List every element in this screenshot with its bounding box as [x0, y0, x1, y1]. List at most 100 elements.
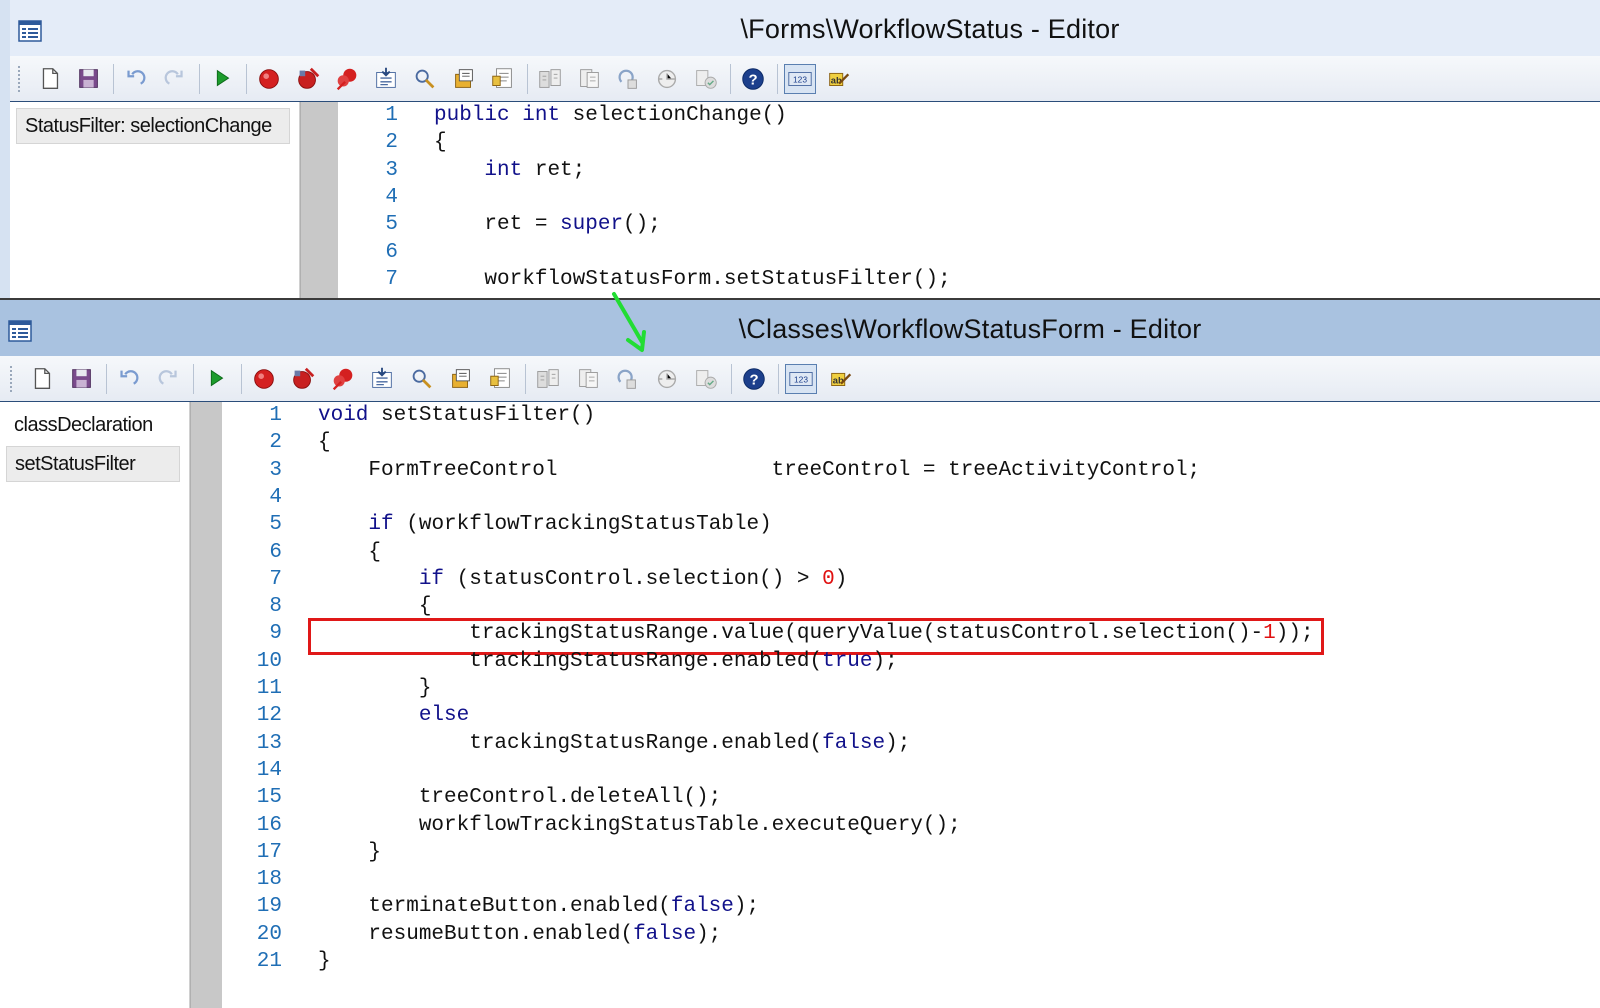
- green-arrow: [612, 292, 646, 352]
- compile-button[interactable]: [370, 64, 402, 94]
- compare-button[interactable]: [534, 64, 566, 94]
- code-line[interactable]: }: [318, 950, 331, 973]
- undo-button[interactable]: [113, 364, 145, 394]
- code-token: (workflowTrackingStatusTable): [393, 513, 772, 537]
- window-title: \Classes\WorkflowStatusForm - Editor: [738, 314, 1202, 344]
- breakpoint-button[interactable]: [248, 364, 280, 394]
- method-list: StatusFilter: selectionChange: [10, 102, 300, 305]
- code-line[interactable]: else: [318, 704, 469, 727]
- version-control-icon: [696, 370, 717, 389]
- history-button[interactable]: [651, 364, 683, 394]
- object-list-button[interactable]: [572, 364, 604, 394]
- code-line[interactable]: }: [318, 841, 381, 864]
- toolbar-grip[interactable]: [18, 66, 21, 92]
- redo-button[interactable]: [153, 364, 185, 394]
- version-control-button[interactable]: [690, 64, 722, 94]
- code-token: {: [434, 131, 447, 155]
- breakpoint-gutter[interactable]: [300, 102, 338, 305]
- redo-button[interactable]: [159, 64, 191, 94]
- code-line[interactable]: trackingStatusRange.enabled(true);: [318, 650, 898, 673]
- compile-icon: [376, 67, 396, 88]
- breakpoint-button[interactable]: [253, 64, 285, 94]
- method-item[interactable]: classDeclaration: [6, 408, 180, 444]
- code-line[interactable]: FormTreeControl treeControl = treeActivi…: [318, 459, 1200, 482]
- properties-button[interactable]: [485, 364, 517, 394]
- editor-toolbar: ? 123 ab: [0, 356, 1600, 402]
- undo-icon: [120, 370, 139, 385]
- help-button[interactable]: ?: [737, 64, 769, 94]
- find-button[interactable]: [406, 364, 438, 394]
- breakpoint-gutter[interactable]: [190, 402, 222, 1008]
- method-item[interactable]: StatusFilter: selectionChange: [16, 108, 290, 144]
- toolbar-separator: [240, 364, 242, 394]
- code-line[interactable]: {: [318, 595, 432, 618]
- undo-button[interactable]: [120, 64, 152, 94]
- code-token: }: [318, 950, 331, 973]
- scripts-button[interactable]: [611, 364, 643, 394]
- code-line[interactable]: ret = super();: [434, 213, 660, 236]
- scripts-button[interactable]: [612, 64, 644, 94]
- method-list: classDeclaration setStatusFilter: [0, 402, 190, 1008]
- toolbar-separator: [527, 64, 528, 94]
- toggle-breakpoints-button[interactable]: [331, 64, 363, 94]
- object-list-button[interactable]: [573, 64, 605, 94]
- line-number: 4: [385, 185, 398, 209]
- code-line[interactable]: {: [434, 131, 447, 154]
- line-number: 2: [385, 131, 398, 155]
- code-token: setStatusFilter(): [368, 404, 596, 427]
- code-line[interactable]: if (workflowTrackingStatusTable): [318, 513, 772, 537]
- code-token: );: [696, 922, 722, 946]
- code-token: (statusControl.selection() >: [444, 567, 823, 591]
- best-practices-button[interactable]: ab: [825, 364, 857, 394]
- best-practices-button[interactable]: ab: [823, 64, 855, 94]
- save-button[interactable]: [73, 64, 105, 94]
- line-numbers-button[interactable]: 123: [784, 64, 816, 94]
- compile-button[interactable]: [366, 364, 398, 394]
- code-line[interactable]: treeControl.deleteAll();: [318, 786, 721, 809]
- method-item[interactable]: setStatusFilter: [6, 446, 180, 482]
- code-line[interactable]: {: [318, 541, 381, 564]
- line-number: 11: [256, 677, 282, 700]
- new-button[interactable]: [26, 364, 58, 394]
- code-line[interactable]: int ret;: [434, 159, 585, 182]
- code-line[interactable]: if (statusControl.selection() > 0): [318, 567, 848, 591]
- code-line[interactable]: {: [318, 431, 331, 454]
- save-button[interactable]: [66, 364, 98, 394]
- line-numbers-button[interactable]: 123: [785, 364, 817, 394]
- lookup-button[interactable]: [445, 364, 477, 394]
- code-line[interactable]: void setStatusFilter(): [318, 404, 595, 427]
- object-list-icon: [578, 369, 598, 388]
- svg-text:?: ?: [749, 372, 758, 389]
- code-token: terminateButton.enabled(: [318, 895, 671, 919]
- remove-breakpoints-button[interactable]: [292, 64, 324, 94]
- help-button[interactable]: ?: [738, 364, 770, 394]
- compare-button[interactable]: [532, 364, 564, 394]
- run-button[interactable]: [206, 64, 238, 94]
- version-control-button[interactable]: [690, 364, 722, 394]
- toolbar-grip[interactable]: [10, 366, 13, 392]
- toolbar-separator: [193, 364, 194, 394]
- lookup-button[interactable]: [448, 64, 480, 94]
- line-number: 6: [269, 540, 282, 564]
- code-line[interactable]: public int selectionChange(): [434, 104, 787, 127]
- run-button[interactable]: [200, 364, 232, 394]
- history-button[interactable]: [651, 64, 683, 94]
- line-number: 18: [256, 868, 282, 892]
- line-number: 13: [256, 731, 282, 755]
- code-area[interactable]: 1 public int selectionChange() 2 {3 int ret…: [338, 102, 1600, 305]
- line-number: 12: [256, 704, 282, 728]
- toggle-breakpoints-button[interactable]: [327, 364, 359, 394]
- code-line[interactable]: }: [318, 677, 432, 700]
- lookup-icon: [455, 69, 473, 88]
- new-button[interactable]: [34, 64, 66, 94]
- find-button[interactable]: [409, 64, 441, 94]
- code-line[interactable]: workflowTrackingStatusTable.executeQuery…: [318, 814, 961, 837]
- code-line[interactable]: terminateButton.enabled(false);: [318, 895, 759, 918]
- code-line[interactable]: trackingStatusRange.enabled(false);: [318, 732, 910, 755]
- remove-breakpoints-button[interactable]: [287, 364, 319, 394]
- properties-button[interactable]: [487, 64, 519, 94]
- code-line[interactable]: workflowStatusForm.setStatusFilter();: [434, 268, 950, 291]
- code-area[interactable]: 1 void setStatusFilter() 2 {3 FormTreeContr…: [222, 402, 1600, 1008]
- code-line[interactable]: resumeButton.enabled(false);: [318, 923, 721, 946]
